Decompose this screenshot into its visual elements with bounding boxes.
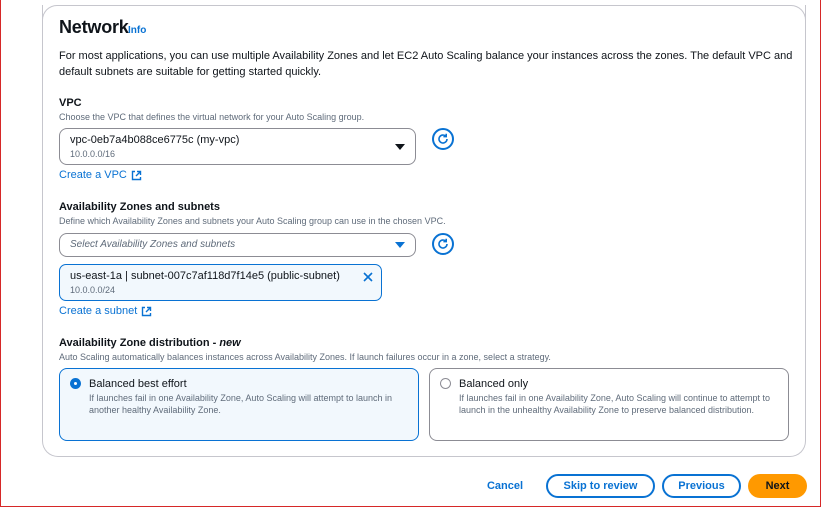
previous-button[interactable]: Previous	[662, 474, 741, 498]
cancel-button[interactable]: Cancel	[481, 474, 529, 498]
section-title: Network	[59, 17, 129, 37]
subnet-token: us-east-1a | subnet-007c7af118d7f14e5 (p…	[59, 264, 382, 301]
option-title: Balanced best effort	[89, 378, 187, 390]
option-balanced-best-effort[interactable]: Balanced best effort If launches fail in…	[59, 368, 419, 441]
vpc-cidr: 10.0.0.0/16	[70, 149, 116, 159]
option-title: Balanced only	[459, 378, 529, 390]
new-tag: new	[219, 337, 241, 349]
subnets-label: Availability Zones and subnets	[59, 201, 220, 213]
create-subnet-link[interactable]: Create a subnet	[59, 305, 152, 317]
refresh-icon	[438, 238, 448, 249]
subnet-token-cidr: 10.0.0.0/24	[70, 285, 116, 295]
option-description: If launches fail in one Availability Zon…	[459, 393, 771, 415]
info-link[interactable]: Info	[128, 25, 146, 36]
subnets-select[interactable]: Select Availability Zones and subnets	[59, 233, 416, 257]
subnet-token-label: us-east-1a | subnet-007c7af118d7f14e5 (p…	[70, 270, 340, 282]
radio-balanced-best-effort[interactable]	[70, 378, 81, 389]
option-description: If launches fail in one Availability Zon…	[89, 393, 393, 415]
chevron-down-icon	[395, 242, 405, 248]
refresh-icon	[438, 133, 448, 144]
vpc-selected-value: vpc-0eb7a4b088ce6775c (my-vpc)	[70, 134, 240, 146]
section-description: For most applications, you can use multi…	[59, 50, 793, 78]
radio-balanced-only[interactable]	[440, 378, 451, 389]
create-vpc-link[interactable]: Create a VPC	[59, 169, 142, 181]
external-link-icon	[131, 170, 142, 180]
vpc-label: VPC	[59, 97, 82, 109]
next-button[interactable]: Next	[748, 474, 807, 498]
vpc-select[interactable]: vpc-0eb7a4b088ce6775c (my-vpc) 10.0.0.0/…	[59, 128, 416, 165]
external-link-icon	[142, 306, 152, 316]
option-balanced-only[interactable]: Balanced only If launches fail in one Av…	[429, 368, 789, 441]
distribution-hint: Auto Scaling automatically balances inst…	[59, 352, 551, 362]
create-subnet-label: Create a subnet	[59, 305, 138, 317]
vpc-hint: Choose the VPC that defines the virtual …	[59, 112, 365, 122]
refresh-subnets-button[interactable]	[432, 233, 454, 255]
subnets-placeholder: Select Availability Zones and subnets	[70, 239, 236, 250]
distribution-label-text: Availability Zone distribution	[59, 337, 210, 349]
subnets-hint: Define which Availability Zones and subn…	[59, 216, 446, 226]
refresh-vpc-button[interactable]	[432, 128, 454, 150]
skip-to-review-button[interactable]: Skip to review	[546, 474, 655, 498]
distribution-label: Availability Zone distribution - new	[59, 337, 241, 349]
chevron-down-icon	[395, 144, 405, 150]
create-vpc-label: Create a VPC	[59, 169, 127, 181]
close-icon[interactable]	[362, 271, 374, 283]
